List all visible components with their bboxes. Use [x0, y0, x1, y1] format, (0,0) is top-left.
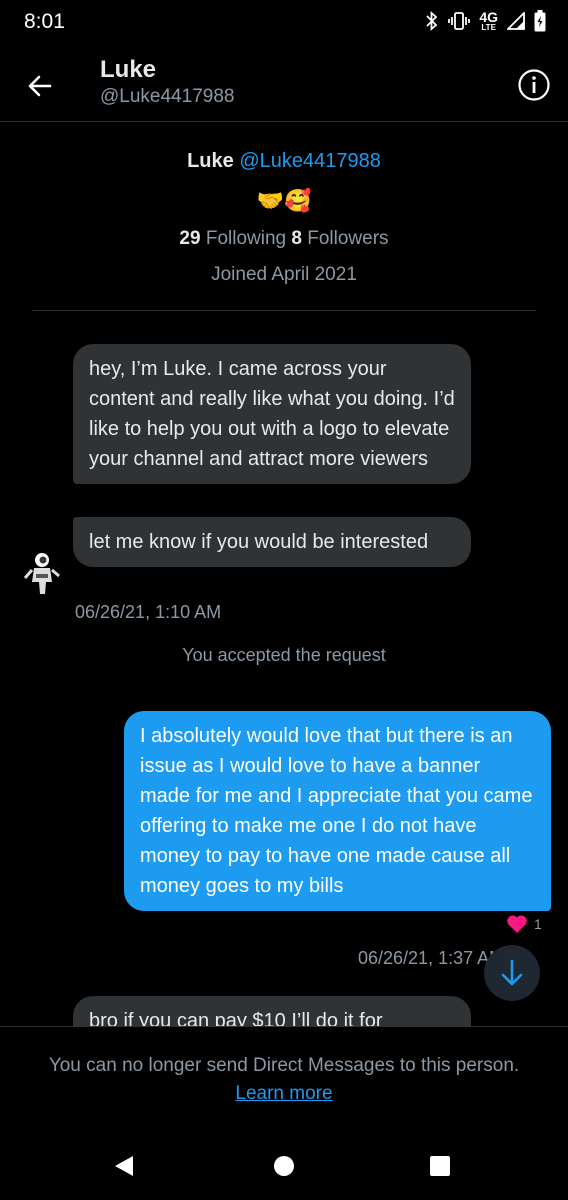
nav-home-icon — [274, 1156, 294, 1176]
network-type: 4G — [479, 8, 498, 25]
back-arrow-icon — [28, 75, 52, 97]
nav-home-button[interactable] — [272, 1154, 296, 1183]
system-notice: You accepted the request — [182, 645, 386, 665]
info-button[interactable] — [517, 68, 551, 102]
nav-back-icon — [115, 1156, 133, 1176]
scroll-to-bottom-button[interactable] — [484, 945, 540, 1001]
dm-disabled-footer: You can no longer send Direct Messages t… — [0, 1026, 568, 1127]
profile-name[interactable]: Luke — [187, 150, 234, 172]
nav-recents-button[interactable] — [429, 1155, 451, 1182]
received-message[interactable]: let me know if you would be interested — [73, 517, 471, 567]
followers-count[interactable]: 8 — [291, 228, 302, 249]
status-icons: 4G LTE — [425, 10, 546, 32]
received-message[interactable]: hey, I’m Luke. I came across your conten… — [73, 344, 471, 484]
arrow-down-icon — [501, 959, 523, 986]
heart-icon — [507, 915, 527, 933]
followers-label[interactable]: Followers — [307, 228, 388, 249]
learn-more-link-text[interactable]: Learn more — [235, 1083, 332, 1104]
info-icon — [518, 69, 550, 101]
dm-disabled-notice: You can no longer send Direct Messages t… — [48, 1055, 520, 1076]
vibrate-icon — [448, 12, 471, 30]
back-button[interactable] — [24, 70, 56, 102]
battery-icon — [534, 10, 546, 32]
header-handle: @Luke4417988 — [100, 86, 235, 107]
network-indicator: 4G LTE — [479, 8, 498, 32]
bluetooth-icon — [425, 11, 439, 31]
message-reaction[interactable]: 1 — [506, 914, 542, 934]
following-label[interactable]: Following — [206, 228, 286, 249]
joined-date: Joined April 2021 — [211, 264, 357, 285]
header-name: Luke — [100, 56, 157, 83]
signal-icon — [507, 12, 525, 30]
profile-handle[interactable]: @Luke4417988 — [239, 150, 381, 172]
profile-bio: 🤝🥰 — [256, 188, 312, 213]
divider — [32, 310, 536, 311]
learn-more-link: Learn more — [0, 1083, 568, 1105]
profile-name-line: Luke @Luke4417988 — [0, 150, 568, 173]
status-bar: 8:01 4G LTE — [0, 0, 568, 46]
avatar[interactable] — [22, 550, 62, 598]
message-timestamp: 06/26/21, 1:10 AM — [75, 602, 222, 622]
nav-recents-icon — [430, 1156, 450, 1176]
network-sub: LTE — [481, 22, 496, 32]
sent-message[interactable]: I absolutely would love that but there i… — [124, 711, 551, 911]
conversation-header: Luke @Luke4417988 — [0, 46, 568, 122]
message-timestamp: 06/26/21, 1:37 AM — [358, 948, 505, 968]
following-count[interactable]: 29 — [179, 228, 200, 249]
nav-back-button[interactable] — [112, 1154, 136, 1183]
status-time: 8:01 — [24, 10, 65, 33]
astronaut-avatar-icon — [23, 553, 60, 594]
reaction-count: 1 — [534, 916, 542, 932]
profile-stats: 29 Following 8 Followers — [0, 228, 568, 250]
system-nav-bar — [0, 1128, 568, 1200]
